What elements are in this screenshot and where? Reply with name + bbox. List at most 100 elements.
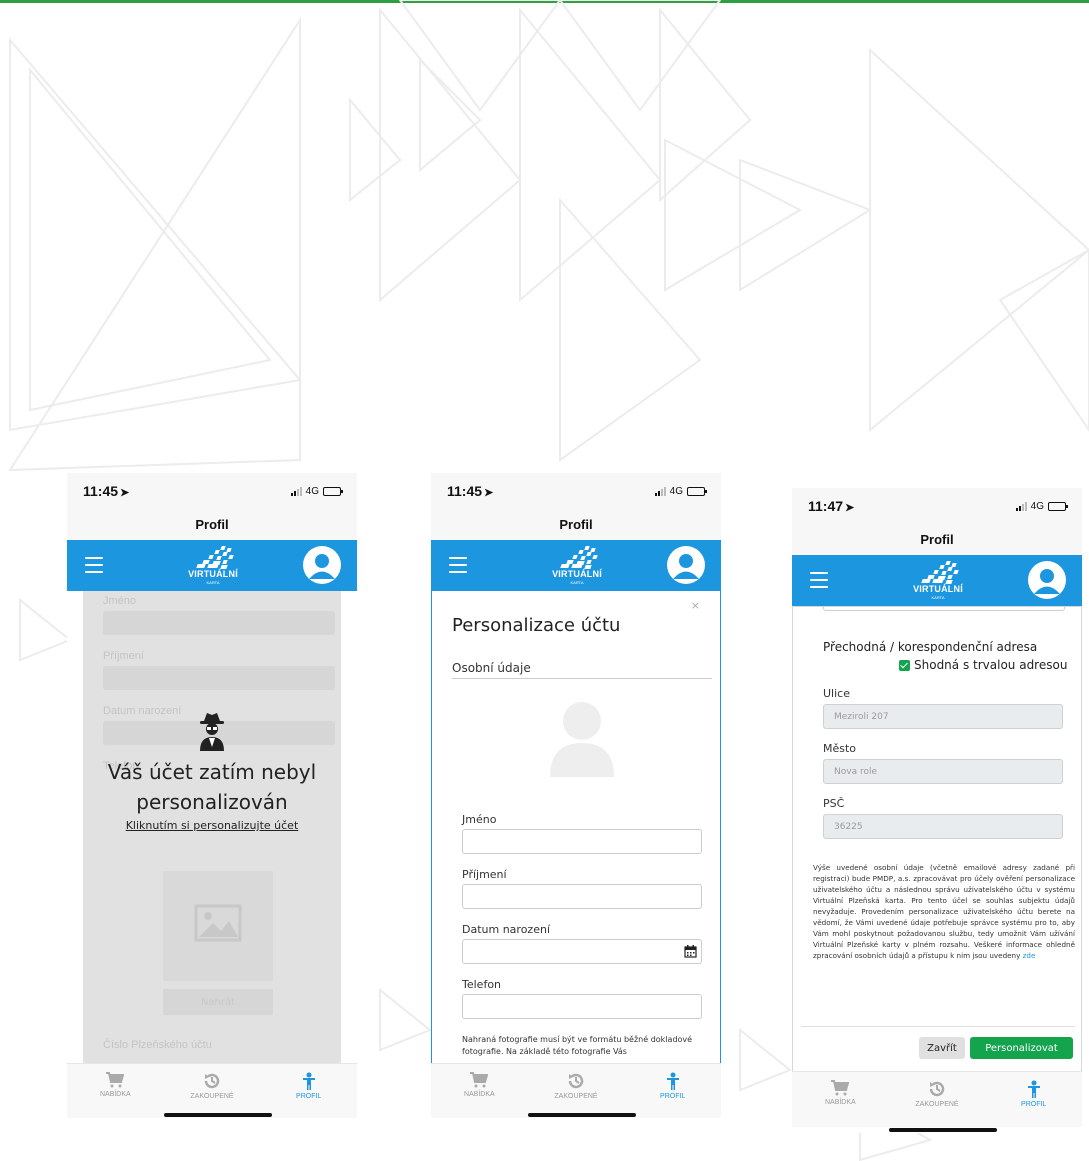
home-indicator	[528, 1113, 636, 1117]
phone-screen-2: 11:45 ➤ 4G Profil VIRTUÁLNÍ KARTA × Perso…	[431, 473, 721, 1118]
bottom-tab-bar: NABÍDKA ZAKOUPENÉ PROFIL	[67, 1063, 357, 1118]
ghost-label: Číslo Plzeňského účtu	[103, 1039, 212, 1051]
ghost-label: Příjmení	[103, 650, 144, 662]
field-label-prijmeni: Příjmení	[462, 868, 507, 881]
network-label: 4G	[669, 485, 683, 497]
ghost-input	[103, 611, 335, 635]
field-label-ulice: Ulice	[823, 687, 850, 700]
tab-zakoupene[interactable]: ZAKOUPENÉ	[164, 1064, 261, 1118]
close-button[interactable]: Zavřít	[919, 1037, 965, 1059]
calendar-icon[interactable]	[684, 945, 697, 958]
field-label-telefon: Telefon	[462, 978, 502, 991]
profile-avatar-icon[interactable]	[303, 546, 341, 584]
tab-nabidka[interactable]: NABÍDKA	[67, 1064, 164, 1118]
personalization-modal-area: × Personalizace účtu Osobní údaje Jméno …	[431, 591, 721, 1063]
tab-profil[interactable]: PROFIL	[624, 1064, 721, 1118]
legal-link-zde[interactable]: zde	[1023, 951, 1036, 960]
field-label-mesto: Město	[823, 742, 857, 755]
gdpr-legal-text: Výše uvedené osobní údaje (včetně emailo…	[813, 863, 1075, 960]
photo-note: Nahraná fotografie musí být ve formátu b…	[462, 1035, 693, 1056]
personalize-button[interactable]: Personalizovat	[970, 1037, 1073, 1059]
input-datum-narozeni[interactable]	[462, 939, 702, 964]
location-arrow-icon: ➤	[120, 487, 130, 499]
spy-icon	[200, 713, 224, 751]
history-icon	[568, 1073, 584, 1089]
battery-icon	[323, 486, 343, 496]
virtualni-karta-logo: VIRTUÁLNÍ KARTA	[551, 546, 603, 586]
not-personalized-title: Váš účet zatím nebyl personalizován	[107, 760, 317, 814]
network-label: 4G	[1030, 500, 1044, 512]
same-address-checkbox[interactable]: Shodná s trvalou adresou	[899, 658, 1067, 672]
status-time: 11:45 ➤	[83, 483, 130, 499]
phone-screen-1: 11:45➤ 4G Profil VIRTUÁLNÍ KARTA Jméno	[67, 473, 357, 1118]
ghost-label: Jméno	[103, 595, 137, 607]
system-icons: 4G	[290, 486, 343, 497]
menu-icon[interactable]	[85, 557, 103, 573]
app-bar: VIRTUÁLNÍ KARTA	[431, 540, 721, 591]
modal-close-icon[interactable]: ×	[691, 599, 700, 612]
screen-title: Profil	[792, 524, 1082, 555]
input-psc[interactable]: 36225	[823, 814, 1063, 839]
system-icons: 4G	[654, 485, 707, 497]
input-ulice[interactable]: Meziroli 207	[823, 704, 1063, 729]
menu-icon[interactable]	[449, 557, 467, 573]
modal-title: Personalizace účtu	[452, 615, 621, 636]
person-icon	[302, 1072, 315, 1090]
system-icons: 4G	[1015, 500, 1068, 512]
section-heading-personal: Osobní údaje	[452, 661, 712, 679]
history-icon	[929, 1081, 945, 1097]
status-bar: 11:47 ➤ 4G	[792, 488, 1082, 524]
battery-icon	[687, 486, 707, 496]
personalize-link[interactable]: Kliknutím si personalizujte účet	[67, 819, 357, 832]
home-indicator	[889, 1128, 997, 1132]
virtualni-karta-logo: VIRTUÁLNÍ KARTA	[187, 546, 239, 586]
checkbox-label: Shodná s trvalou adresou	[914, 658, 1068, 672]
tab-profil[interactable]: PROFIL	[985, 1072, 1082, 1127]
profile-avatar-icon[interactable]	[667, 546, 705, 584]
field-label-jmeno: Jméno	[462, 813, 497, 826]
profile-content: Jméno Příjmení Datum narození Telefon Na…	[67, 591, 357, 1063]
personalization-modal: Přechodná / korespondenční adresa Shodná…	[792, 606, 1082, 1071]
modal-footer-divider	[801, 1026, 1075, 1027]
profile-avatar-icon[interactable]	[1028, 561, 1066, 599]
previous-input-edge	[823, 606, 1065, 611]
tab-zakoupene[interactable]: ZAKOUPENÉ	[889, 1072, 986, 1127]
checkbox-checked-icon[interactable]	[899, 659, 910, 671]
section-heading-address: Přechodná / korespondenční adresa	[823, 640, 1038, 654]
ghost-input	[103, 666, 335, 690]
app-bar: VIRTUÁLNÍ KARTA	[67, 540, 357, 591]
cart-icon	[470, 1072, 489, 1088]
status-bar: 11:45 ➤ 4G	[67, 473, 357, 509]
location-arrow-icon: ➤	[484, 487, 494, 499]
cart-icon	[106, 1072, 125, 1088]
person-icon	[666, 1072, 679, 1090]
bottom-tab-bar: NABÍDKA ZAKOUPENÉ PROFIL	[792, 1071, 1082, 1127]
input-jmeno[interactable]	[462, 829, 702, 854]
tab-profil[interactable]: PROFIL	[260, 1064, 357, 1118]
menu-icon[interactable]	[810, 572, 828, 588]
signal-icon	[290, 486, 302, 496]
photo-placeholder-icon	[550, 702, 614, 777]
status-time: 11:45 ➤	[447, 483, 494, 499]
screen-title: Profil	[431, 509, 721, 540]
personalization-modal-area: Přechodná / korespondenční adresa Shodná…	[792, 606, 1082, 1071]
home-indicator	[164, 1113, 272, 1117]
virtualni-karta-logo: VIRTUÁLNÍ KARTA	[912, 561, 964, 601]
battery-icon	[1048, 501, 1068, 511]
signal-icon	[654, 486, 666, 496]
status-bar: 11:45 ➤ 4G	[431, 473, 721, 509]
tab-nabidka[interactable]: NABÍDKA	[792, 1072, 889, 1127]
screen-title: Profil	[67, 509, 357, 540]
input-prijmeni[interactable]	[462, 884, 702, 909]
personalization-modal: × Personalizace účtu Osobní údaje Jméno …	[432, 591, 720, 1063]
signal-icon	[1015, 501, 1027, 511]
cart-icon	[831, 1080, 850, 1096]
bottom-tab-bar: NABÍDKA ZAKOUPENÉ PROFIL	[431, 1063, 721, 1118]
tab-zakoupene[interactable]: ZAKOUPENÉ	[528, 1064, 625, 1118]
app-bar: VIRTUÁLNÍ KARTA	[792, 555, 1082, 606]
phone-screen-3: 11:47 ➤ 4G Profil VIRTUÁLNÍ KARTA Přechod…	[792, 488, 1082, 1133]
input-telefon[interactable]	[462, 994, 702, 1019]
input-mesto[interactable]: Nova role	[823, 759, 1063, 784]
field-label-datum: Datum narození	[462, 923, 550, 936]
tab-nabidka[interactable]: NABÍDKA	[431, 1064, 528, 1118]
